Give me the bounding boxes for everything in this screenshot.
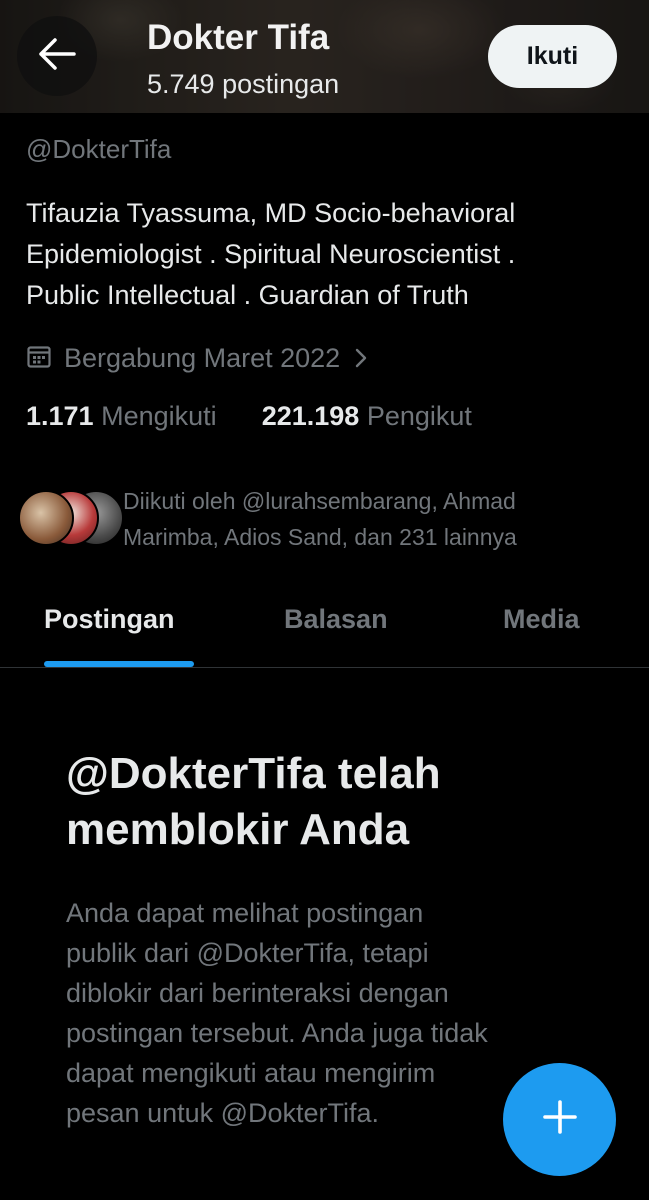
avatar (18, 490, 74, 546)
compose-post-button[interactable] (503, 1063, 616, 1176)
header-display-name: Dokter Tifa (147, 18, 330, 57)
bio-line: Epidemiologist . Spiritual Neuroscientis… (26, 239, 516, 269)
arrow-left-icon (37, 37, 77, 76)
profile-tabs: Postingan Balasan Media (0, 590, 649, 668)
blocked-title-line: memblokir Anda (66, 805, 410, 854)
back-button[interactable] (17, 16, 97, 96)
blocked-title-line: @DokterTifa telah (66, 749, 441, 798)
header-post-count: 5.749 postingan (147, 69, 340, 99)
following-count: 1.171 (26, 401, 94, 431)
follow-button[interactable]: Ikuti (488, 25, 617, 88)
blocked-desc-line: diblokir dari berinteraksi dengan (66, 978, 449, 1008)
followed-by-text[interactable]: Diikuti oleh @lurahsembarang, Ahmad Mari… (123, 483, 633, 555)
bio-line: Public Intellectual . Guardian of Truth (26, 280, 469, 310)
followers-count: 221.198 (261, 401, 360, 431)
followed-by-line: Diikuti oleh @lurahsembarang, Ahmad (123, 488, 516, 514)
blocked-desc-line: dapat mengikuti atau mengirim (66, 1058, 436, 1088)
profile-handle: @DokterTifa (26, 134, 172, 164)
blocked-desc-line: publik dari @DokterTifa, tetapi (66, 938, 429, 968)
blocked-desc-line: postingan tersebut. Anda juga tidak (66, 1018, 488, 1048)
following-stat[interactable]: 1.171 Mengikuti (26, 401, 224, 431)
follow-stats: 1.171 Mengikuti 221.198 Pengikut (26, 401, 472, 432)
plus-icon (541, 1098, 579, 1141)
bio-line: Tifauzia Tyassuma, MD Socio-behavioral (26, 198, 516, 228)
following-label: Mengikuti (101, 401, 217, 431)
followed-by-line: Marimba, Adios Sand, dan 231 lainnya (123, 524, 517, 550)
chevron-right-icon (354, 347, 368, 369)
joined-date-text: Bergabung Maret 2022 (64, 342, 341, 373)
joined-date-row[interactable]: Bergabung Maret 2022 (26, 338, 368, 378)
blocked-desc-line: Anda dapat melihat postingan (66, 898, 424, 928)
tabs-divider (0, 667, 649, 668)
mutual-followers-avatars[interactable] (18, 490, 124, 546)
followers-label: Pengikut (366, 401, 472, 431)
tab-media[interactable]: Media (503, 604, 580, 635)
tab-postingan[interactable]: Postingan (44, 604, 175, 635)
tab-balasan[interactable]: Balasan (284, 604, 388, 635)
profile-bio: Tifauzia Tyassuma, MD Socio-behavioral E… (26, 193, 626, 316)
blocked-notice-title: @DokterTifa telah memblokir Anda (66, 746, 586, 858)
calendar-icon (26, 343, 52, 374)
followers-stat[interactable]: 221.198 Pengikut (262, 401, 472, 431)
